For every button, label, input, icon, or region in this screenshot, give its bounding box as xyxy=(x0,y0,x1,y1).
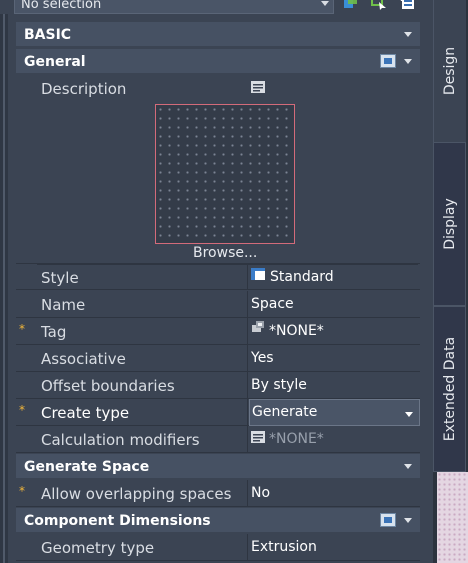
property-value: Generate xyxy=(249,399,420,426)
property-value[interactable]: Space xyxy=(249,291,420,317)
quick-select-icon[interactable] xyxy=(380,513,396,527)
required-marker: * xyxy=(19,322,25,336)
row-gutter xyxy=(16,75,36,102)
property-value[interactable]: Extrusion xyxy=(249,534,420,560)
section-generate-space[interactable]: Generate Space xyxy=(16,454,420,478)
chevron-down-icon xyxy=(321,1,329,6)
chevron-down-icon[interactable] xyxy=(404,464,412,469)
select-objects-icon[interactable] xyxy=(371,0,387,10)
property-value[interactable] xyxy=(249,75,420,102)
required-marker: * xyxy=(19,403,25,417)
property-label: Allow overlapping spaces xyxy=(37,480,248,506)
text-editor-icon[interactable] xyxy=(251,81,265,93)
row-gutter: * xyxy=(16,399,36,425)
property-value[interactable]: Yes xyxy=(249,345,420,371)
property-label: Geometry type xyxy=(37,534,248,560)
section-title: Generate Space xyxy=(24,459,150,475)
row-gutter xyxy=(16,291,36,317)
property-label: Calculation modifiers xyxy=(37,426,248,452)
property-value[interactable]: No xyxy=(249,480,420,506)
property-value[interactable]: By style xyxy=(249,372,420,398)
section-component-dimensions[interactable]: Component Dimensions xyxy=(16,508,420,532)
tab-label: Design xyxy=(442,46,458,96)
section-basic[interactable]: BASIC xyxy=(16,22,420,46)
row-gutter: * xyxy=(16,480,36,506)
row-inner: Description xyxy=(16,75,420,102)
tab-design[interactable]: Design xyxy=(433,0,466,142)
tab-label: Extended Data xyxy=(441,336,458,442)
chevron-down-icon[interactable] xyxy=(404,32,412,37)
property-value[interactable]: *NONE* xyxy=(249,318,420,344)
section-general[interactable]: General xyxy=(16,49,420,73)
tab-display[interactable]: Display xyxy=(433,142,466,306)
tag-icon xyxy=(252,321,264,332)
style-preview: Browse... xyxy=(37,102,418,265)
toggle-pickadd-icon[interactable] xyxy=(399,0,415,10)
tab-label: Display xyxy=(441,198,458,250)
left-rail xyxy=(0,14,8,563)
property-row-allow-overlapping: * Allow overlapping spaces No xyxy=(16,480,420,507)
property-row-style: Style Standard xyxy=(16,263,420,290)
property-row-offset-boundaries: Offset boundaries By style xyxy=(16,372,420,399)
property-label: Style xyxy=(37,264,248,289)
property-label: Offset boundaries xyxy=(37,372,248,398)
property-label: Tag xyxy=(37,318,248,344)
list-editor-icon[interactable] xyxy=(251,431,265,443)
row-gutter xyxy=(16,534,36,560)
quick-select-icon[interactable] xyxy=(380,54,396,68)
property-label: Create type xyxy=(37,399,248,425)
properties-palette: BASIC General Description Browse... Styl… xyxy=(14,20,422,563)
property-row-calculation-modifiers: Calculation modifiers *NONE* xyxy=(16,426,420,453)
tab-extended-data[interactable]: Extended Data xyxy=(433,306,466,472)
row-gutter: * xyxy=(16,318,36,344)
row-gutter xyxy=(16,345,36,371)
create-type-dropdown[interactable]: Generate xyxy=(249,399,420,426)
property-label: Associative xyxy=(37,345,248,371)
row-gutter xyxy=(16,426,36,452)
property-row-name: Name Space xyxy=(16,291,420,318)
dropdown-value: Generate xyxy=(252,404,318,420)
chevron-down-icon[interactable] xyxy=(404,59,412,64)
property-label: Description xyxy=(41,80,127,98)
selection-dropdown[interactable]: No selection xyxy=(14,0,334,14)
required-marker: * xyxy=(19,484,25,498)
background-drawing-area xyxy=(437,472,468,563)
hatch-preview-image xyxy=(155,104,295,244)
row-gutter xyxy=(16,264,36,289)
property-row-description: Description xyxy=(16,75,420,102)
quick-select-icon[interactable] xyxy=(343,0,359,10)
property-label: Name xyxy=(37,291,248,317)
section-title: BASIC xyxy=(24,27,72,43)
property-value[interactable]: Standard xyxy=(249,264,420,289)
property-row-tag: * Tag *NONE* xyxy=(16,318,420,345)
style-icon xyxy=(251,268,265,280)
property-row-associative: Associative Yes xyxy=(16,345,420,372)
selection-value: No selection xyxy=(21,0,102,12)
property-row-create-type: * Create type Generate xyxy=(16,399,420,426)
property-value[interactable]: *NONE* xyxy=(249,426,420,452)
section-title: General xyxy=(24,54,86,70)
chevron-down-icon xyxy=(405,412,413,417)
browse-button[interactable]: Browse... xyxy=(193,245,257,261)
property-row-geometry-type: Geometry type Extrusion xyxy=(16,534,420,561)
section-title: Component Dimensions xyxy=(24,513,211,529)
row-gutter xyxy=(16,372,36,398)
chevron-down-icon[interactable] xyxy=(404,518,412,523)
